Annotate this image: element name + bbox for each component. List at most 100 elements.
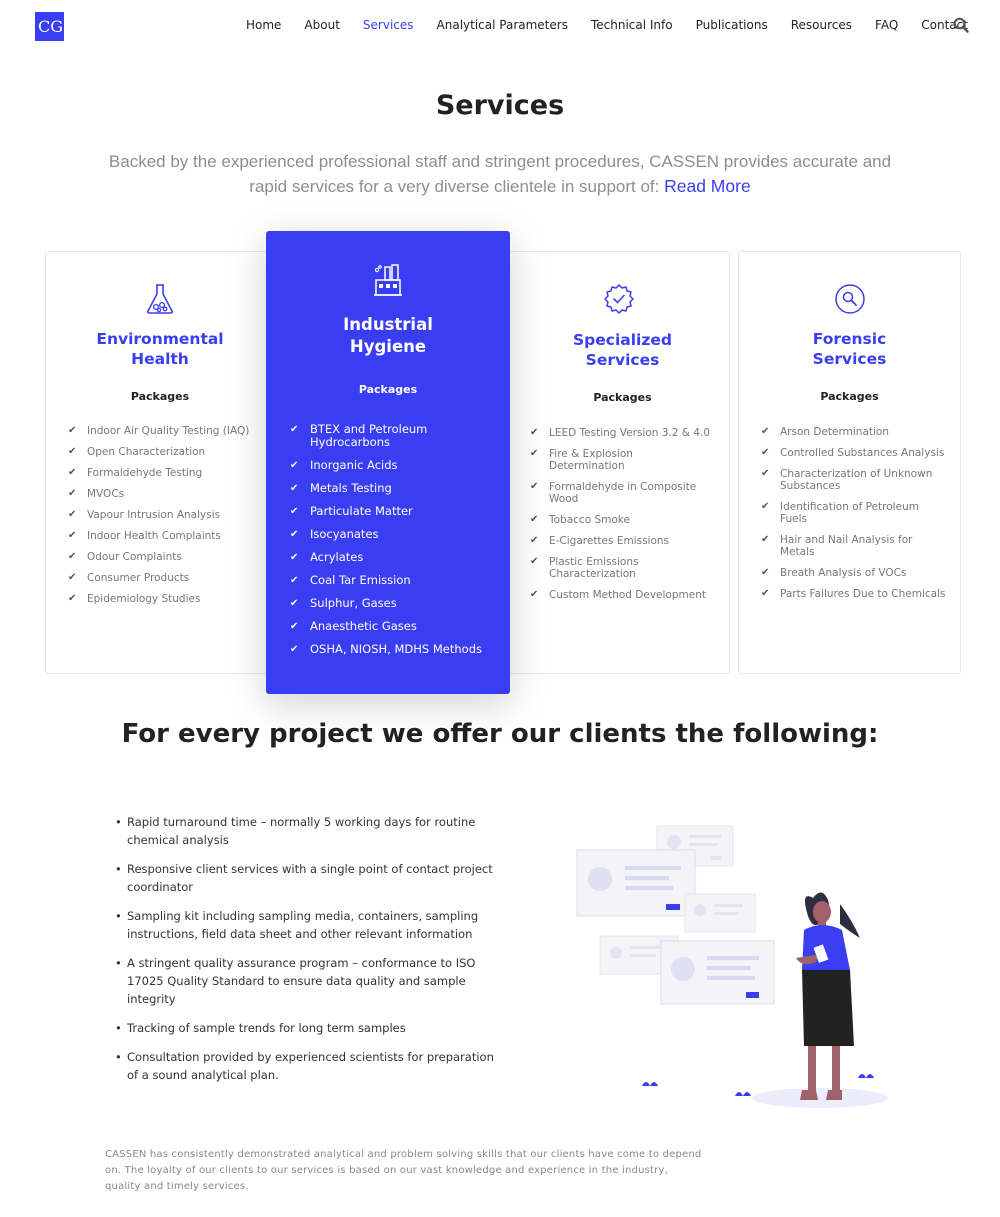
card-title-line2: Health (131, 350, 189, 368)
check-icon: ✔ (68, 509, 77, 520)
list-item: ✔ Vapour Intrusion Analysis (68, 509, 221, 521)
check-icon: ✔ (290, 598, 299, 609)
check-icon: ✔ (290, 575, 299, 586)
check-icon: ✔ (530, 589, 539, 600)
packages-label: Packages (593, 391, 652, 404)
badge-check-icon (603, 283, 635, 319)
illustration (570, 820, 900, 1115)
search-icon[interactable] (953, 17, 969, 33)
closing-paragraph: CASSEN has consistently demonstrated ana… (105, 1149, 702, 1192)
check-icon: ✔ (68, 488, 77, 499)
card-title: Industrial Hygiene (266, 314, 510, 358)
list-item: ✔ Breath Analysis of VOCs (761, 567, 907, 579)
list-item: ✔ OSHA, NIOSH, MDHS Methods (290, 642, 482, 656)
card-title-line2: Services (812, 350, 887, 368)
card-title-line2: Hygiene (349, 337, 427, 356)
list-item: ✔ Coal Tar Emission (290, 573, 411, 587)
card-title-line1: Environmental (96, 330, 224, 348)
card-title-line2: Services (585, 351, 660, 369)
card-title-line1: Forensic (812, 330, 887, 348)
check-icon: ✔ (68, 425, 77, 436)
intro-body: Backed by the experienced professional s… (108, 152, 892, 196)
list-item: ✔ Particulate Matter (290, 504, 413, 518)
list-item: ✔ Open Characterization (68, 446, 206, 458)
nav-resources[interactable]: Resources (791, 18, 852, 32)
service-card-industrial-hygiene[interactable]: Industrial Hygiene Packages ✔ BTEX and Pe… (266, 231, 510, 694)
list-item: ✔ BTEX and Petroleum Hydrocarbons (290, 422, 428, 449)
intro-text: Backed by the experienced professional s… (90, 149, 910, 199)
page-title: Services (435, 90, 565, 121)
list-item: ✔ Parts Failures Due to Chemicals (761, 588, 946, 600)
nav-services[interactable]: Services (363, 18, 414, 32)
offer-heading: For every project we offer our clients t… (121, 719, 879, 749)
check-icon: ✔ (290, 621, 299, 632)
check-icon: ✔ (761, 588, 770, 599)
nav-publications[interactable]: Publications (696, 18, 768, 32)
packages-label: Packages (820, 390, 879, 403)
check-icon: ✔ (530, 481, 539, 492)
main-nav: Home About Services Analytical Parameter… (246, 18, 991, 32)
nav-faq[interactable]: FAQ (875, 18, 898, 32)
list-item: ✔ Indoor Health Complaints (68, 530, 221, 542)
service-card-forensic-services[interactable]: Forensic Services Packages ✔ Arson Determ… (738, 251, 961, 674)
list-item: Tracking of sample trends for long term … (115, 1019, 495, 1037)
list-item: Sampling kit including sampling media, c… (115, 907, 495, 943)
check-icon: ✔ (761, 447, 770, 458)
card-title-line1: Specialized (573, 331, 672, 349)
list-item: ✔ Identification of Petroleum Fuels (761, 501, 919, 525)
list-item: A stringent quality assurance program – … (115, 954, 495, 1008)
check-icon: ✔ (290, 424, 299, 435)
check-icon: ✔ (290, 483, 299, 494)
nav-home[interactable]: Home (246, 18, 281, 32)
check-icon: ✔ (290, 506, 299, 517)
check-icon: ✔ (68, 530, 77, 541)
list-item: ✔ Consumer Products (68, 572, 190, 584)
check-icon: ✔ (68, 551, 77, 562)
service-card-environmental-health[interactable]: Environmental Health Packages ✔ Indoor Ai… (45, 251, 275, 674)
nav-technical-info[interactable]: Technical Info (591, 18, 673, 32)
logo-text: CG (38, 17, 63, 36)
list-item: Responsive client services with a single… (115, 860, 495, 896)
check-icon: ✔ (68, 467, 77, 478)
check-icon: ✔ (530, 427, 539, 438)
card-title: Forensic Services (739, 329, 960, 369)
logo[interactable]: CG (35, 12, 64, 41)
nav-analytical-parameters[interactable]: Analytical Parameters (437, 18, 568, 32)
list-item: ✔ Indoor Air Quality Testing (IAQ) (68, 425, 250, 437)
check-icon: ✔ (530, 535, 539, 546)
packages-label: Packages (130, 390, 190, 403)
flask-icon (145, 283, 175, 319)
check-icon: ✔ (761, 426, 770, 437)
check-icon: ✔ (68, 593, 77, 604)
check-icon: ✔ (290, 644, 299, 655)
check-icon: ✔ (761, 501, 770, 512)
list-item: ✔ Custom Method Development (530, 589, 706, 601)
check-icon: ✔ (290, 460, 299, 471)
card-title: Specialized Services (508, 330, 737, 370)
list-item: ✔ Plastic Emissions Characterization (530, 556, 639, 580)
service-card-specialized-services[interactable]: Specialized Services Packages ✔ LEED Test… (499, 251, 730, 674)
list-item: ✔ Isocyanates (290, 527, 379, 541)
package-list: ✔ Arson Determination ✔ Controlled Substan… (761, 426, 946, 609)
check-icon: ✔ (530, 448, 539, 459)
check-icon: ✔ (68, 446, 77, 457)
packages-label: Packages (358, 383, 418, 396)
check-icon: ✔ (290, 552, 299, 563)
list-item: ✔ Odour Complaints (68, 551, 182, 563)
list-item: ✔ Tobacco Smoke (530, 514, 630, 526)
package-list: ✔ BTEX and Petroleum Hydrocarbons ✔ Inorga… (290, 423, 490, 666)
package-list: ✔ LEED Testing Version 3.2 & 4.0 ✔ Fire & … (530, 427, 710, 610)
check-icon: ✔ (530, 556, 539, 567)
list-item: ✔ E-Cigarettes Emissions (530, 535, 670, 547)
list-item: ✔ Hair and Nail Analysis for Metals (761, 534, 913, 558)
list-item: ✔ Metals Testing (290, 481, 392, 495)
nav-about[interactable]: About (304, 18, 339, 32)
list-item: ✔ LEED Testing Version 3.2 & 4.0 (530, 427, 711, 439)
read-more-link[interactable]: Read More (664, 176, 751, 196)
list-item: ✔ Epidemiology Studies (68, 593, 201, 605)
list-item: Consultation provided by experienced sci… (115, 1048, 495, 1084)
list-item: ✔ Sulphur, Gases (290, 596, 397, 610)
check-icon: ✔ (68, 572, 77, 583)
offer-list: Rapid turnaround time – normally 5 worki… (115, 813, 495, 1095)
card-title: Environmental Health (46, 329, 274, 369)
